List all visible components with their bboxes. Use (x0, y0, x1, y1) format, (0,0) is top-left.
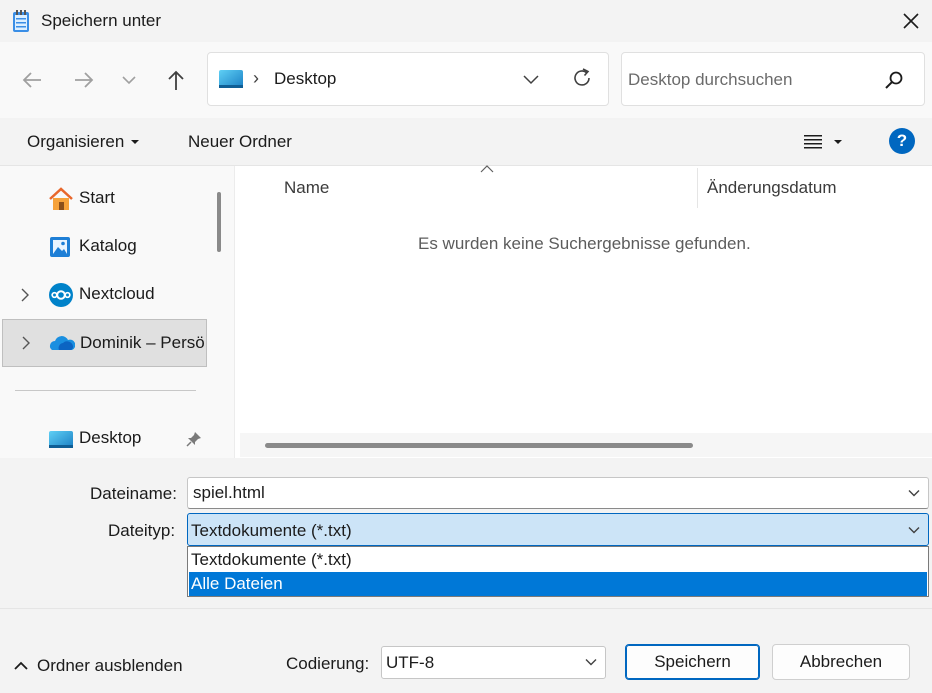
help-button[interactable]: ? (889, 128, 915, 154)
filename-combobox (187, 477, 929, 509)
new-folder-button[interactable]: Neuer Ordner (188, 132, 292, 152)
view-options-button[interactable] (803, 130, 851, 154)
chevron-down-icon (523, 75, 539, 85)
sidebar-item-nextcloud[interactable]: Nextcloud (0, 273, 207, 317)
address-dropdown-button[interactable] (518, 66, 544, 92)
search-input[interactable] (628, 67, 878, 93)
arrow-right-icon (75, 72, 94, 88)
navigation-pane: Start Katalog Nextcloud Dominik – Persö (0, 166, 212, 458)
sidebar-item-katalog[interactable]: Katalog (0, 225, 207, 269)
hide-folders-button[interactable]: Ordner ausblenden (14, 656, 183, 676)
breadcrumb-separator: › (253, 68, 259, 88)
up-button[interactable] (162, 66, 190, 94)
recent-locations-button[interactable] (115, 66, 143, 94)
caret-down-icon (131, 140, 140, 144)
close-button[interactable] (893, 6, 929, 36)
sidebar-item-start[interactable]: Start (0, 177, 207, 221)
filetype-option-all-files[interactable]: Alle Dateien (189, 572, 927, 596)
sidebar-scrollbar-track[interactable] (212, 166, 234, 458)
chevron-down-icon[interactable] (584, 655, 598, 669)
arrow-up-icon (168, 70, 184, 90)
hide-folders-label: Ordner ausblenden (37, 656, 183, 675)
breadcrumb-desktop[interactable]: Desktop (274, 69, 336, 89)
file-list (234, 166, 932, 458)
search-icon[interactable] (884, 70, 904, 90)
sidebar-item-label: Start (79, 188, 115, 207)
organize-label: Organisieren (27, 132, 125, 151)
caret-down-icon (834, 140, 842, 144)
chevron-right-icon[interactable] (19, 335, 33, 351)
search-box (621, 52, 925, 106)
sidebar-item-onedrive[interactable]: Dominik – Persö (2, 319, 207, 367)
chevron-up-icon (14, 661, 28, 670)
sidebar-item-label: Dominik – Persö (80, 333, 205, 352)
sort-ascending-icon (480, 165, 494, 173)
chevron-down-icon[interactable] (907, 523, 921, 537)
gallery-icon (50, 237, 70, 257)
chevron-down-icon[interactable] (907, 486, 921, 500)
horizontal-scrollbar-thumb[interactable] (265, 443, 693, 448)
onedrive-icon (50, 336, 75, 350)
desktop-folder-icon (49, 431, 73, 448)
refresh-button[interactable] (569, 65, 595, 91)
notepad-icon (13, 10, 29, 32)
close-icon (903, 13, 919, 29)
list-view-icon (804, 135, 822, 149)
filename-input[interactable] (193, 481, 893, 505)
pin-icon[interactable] (186, 431, 202, 447)
encoding-selected-value: UTF-8 (386, 653, 435, 672)
refresh-icon (574, 68, 590, 86)
save-button[interactable]: Speichern (625, 644, 760, 680)
forward-button[interactable] (70, 66, 98, 94)
chevron-right-icon[interactable] (18, 287, 32, 303)
chevron-down-icon (122, 76, 136, 85)
sidebar-scrollbar-thumb[interactable] (217, 192, 221, 252)
filetype-option-txt[interactable]: Textdokumente (*.txt) (189, 548, 927, 572)
sidebar-item-label: Desktop (79, 428, 142, 447)
filename-label: Dateiname: (90, 484, 177, 503)
window-title: Speichern unter (41, 11, 162, 30)
sidebar-item-desktop[interactable]: Desktop (0, 417, 207, 458)
column-separator[interactable] (697, 168, 698, 208)
encoding-label: Codierung: (286, 654, 370, 673)
organize-button[interactable]: Organisieren (27, 132, 140, 152)
arrow-left-icon (22, 72, 41, 88)
column-header-date-modified[interactable]: Änderungsdatum (707, 178, 836, 198)
column-header-name[interactable]: Name (284, 178, 329, 198)
address-bar[interactable] (207, 52, 609, 106)
sidebar-item-label: Nextcloud (79, 284, 155, 303)
sidebar-divider (15, 390, 196, 391)
home-icon (49, 187, 73, 210)
filetype-selected-value: Textdokumente (*.txt) (191, 521, 352, 540)
filetype-label: Dateityp: (108, 521, 176, 540)
back-button[interactable] (18, 66, 46, 94)
empty-results-message: Es wurden keine Suchergebnisse gefunden. (418, 234, 751, 253)
desktop-folder-icon (219, 70, 243, 88)
cancel-button[interactable]: Abbrechen (772, 644, 910, 680)
sidebar-item-label: Katalog (79, 236, 137, 255)
nextcloud-icon (49, 283, 73, 307)
filetype-dropdown-list: Textdokumente (*.txt) Alle Dateien (187, 546, 929, 597)
